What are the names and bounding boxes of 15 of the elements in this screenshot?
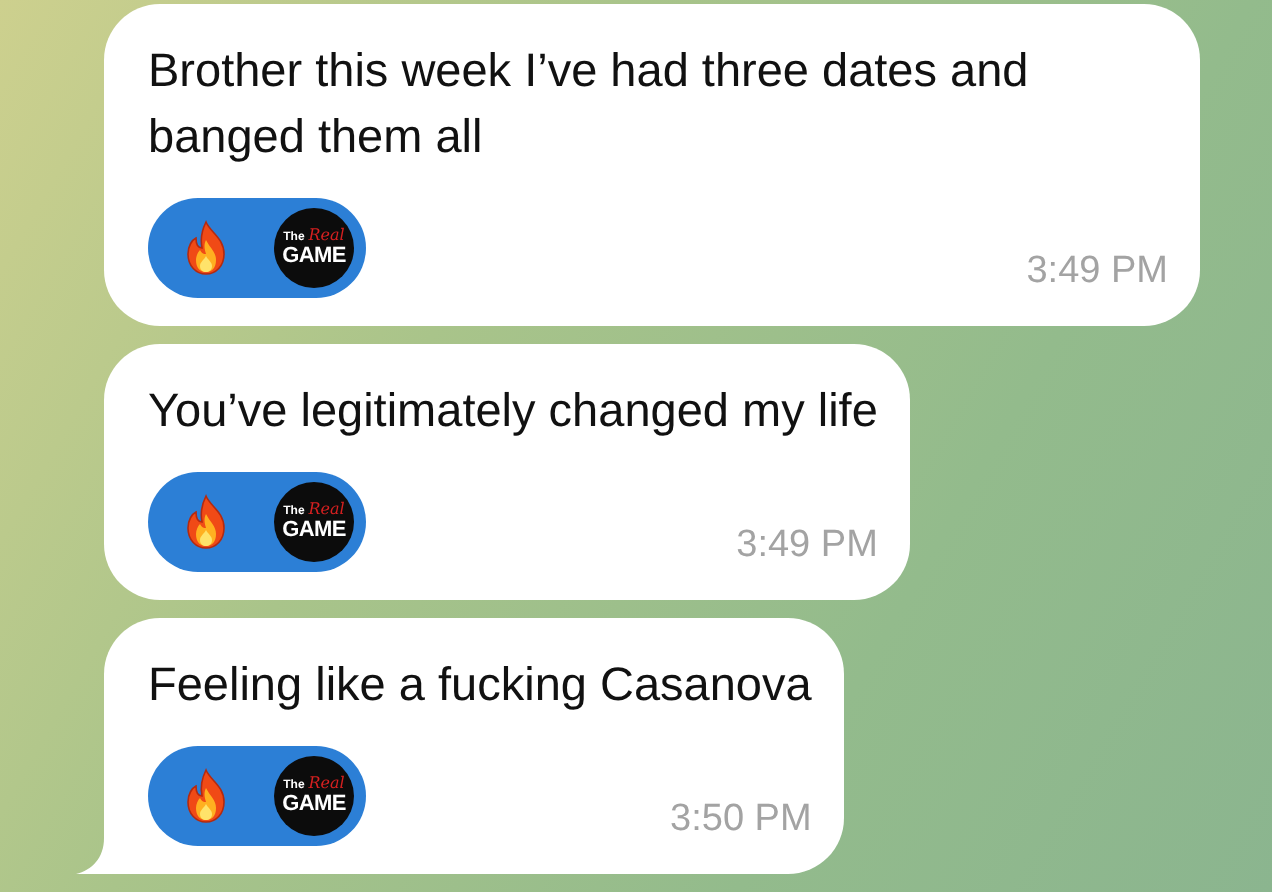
logo-text: GAME [282, 791, 346, 817]
fire-icon [184, 220, 228, 276]
logo-text: Real [308, 227, 345, 244]
message-text: Feeling like a fucking Casanova [148, 656, 812, 714]
logo-text: GAME [282, 243, 346, 269]
logo-text: Real [308, 501, 345, 518]
message-text: Brother this week I’ve had three dates and banged them all [148, 42, 1031, 166]
message-time: 3:49 PM [736, 524, 878, 568]
message-text: You’ve legitimately changed my life [148, 382, 878, 440]
message-time: 3:50 PM [670, 798, 812, 842]
fire-icon [184, 494, 228, 550]
message-time: 3:49 PM [1026, 250, 1168, 294]
logo-text: GAME [282, 517, 346, 543]
logo-text: Real [308, 775, 345, 792]
fire-icon [184, 768, 228, 824]
